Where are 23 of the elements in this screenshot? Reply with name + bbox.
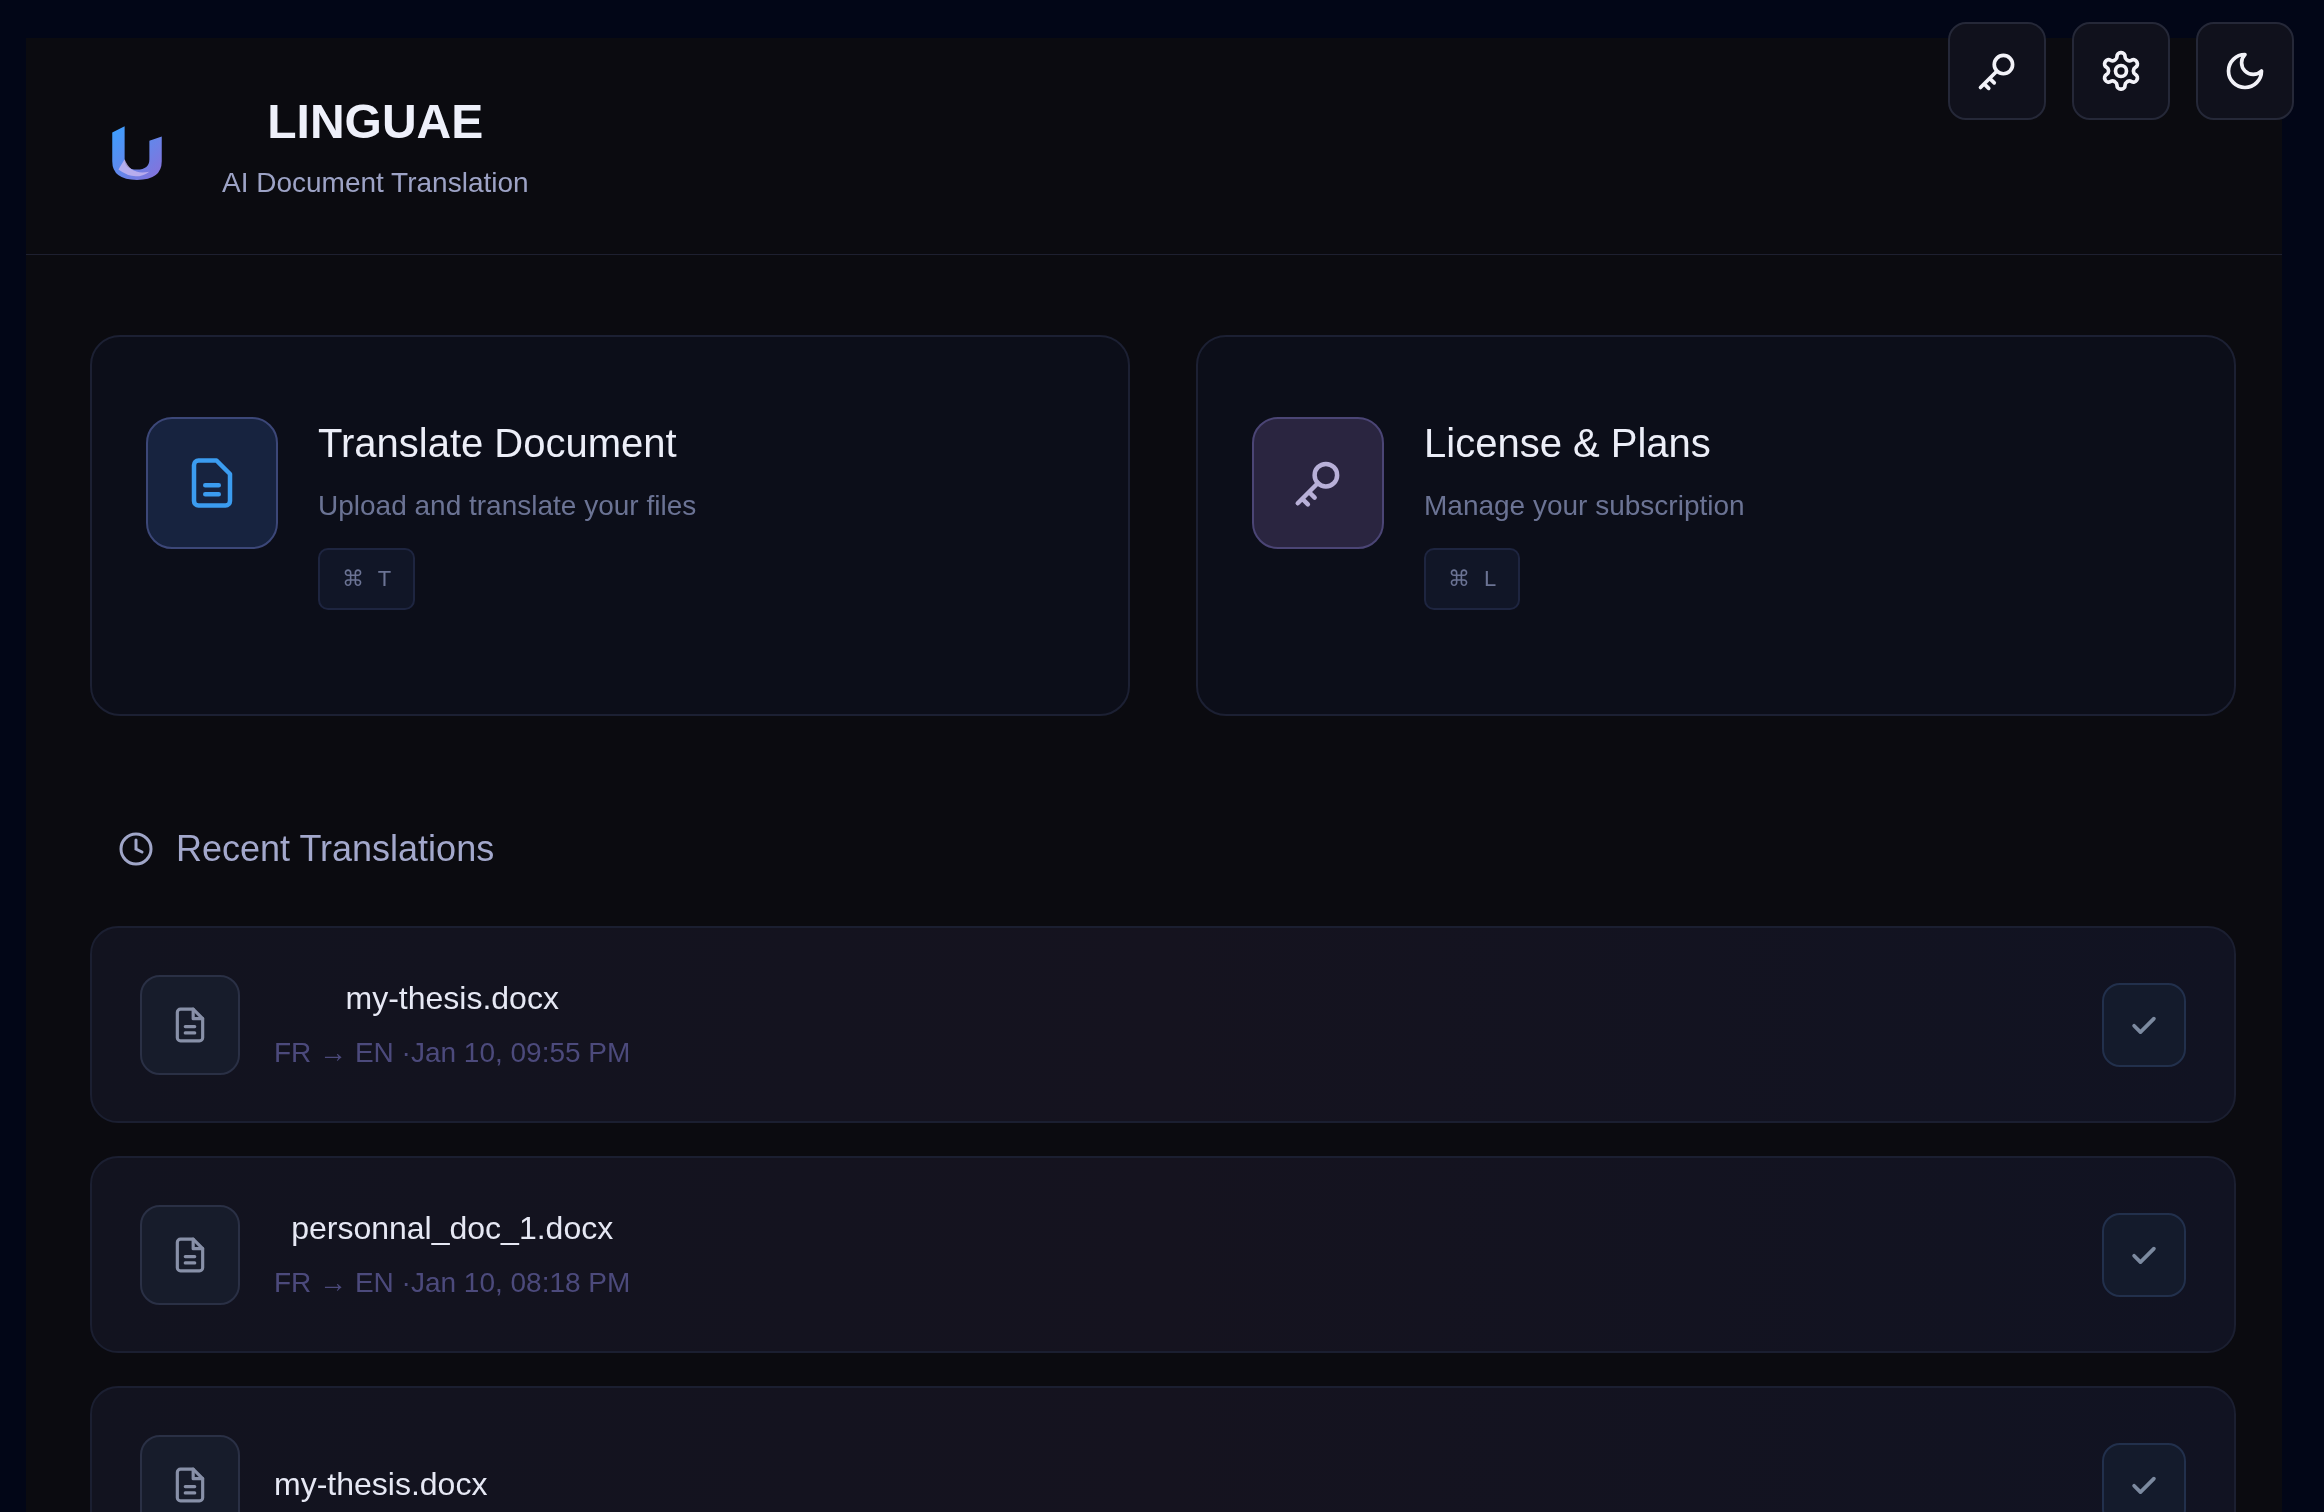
app-subtitle: AI Document Translation	[222, 166, 529, 199]
license-key-button[interactable]	[1948, 22, 2046, 120]
card-subtitle: Manage your subscription	[1424, 490, 1745, 522]
card-subtitle: Upload and translate your files	[318, 490, 697, 522]
translation-meta: FR → EN ·Jan 10, 08:18 PM	[274, 1267, 631, 1299]
file-name: my-thesis.docx	[274, 1466, 488, 1503]
translation-row[interactable]: my-thesis.docx FR → EN ·Jan 10, 09:55 PM	[90, 926, 2236, 1123]
keyboard-shortcut: ⌘ T	[318, 548, 416, 610]
card-title: Translate Document	[318, 421, 677, 466]
translation-row[interactable]: personnal_doc_1.docx FR → EN ·Jan 10, 08:18 PM	[90, 1156, 2236, 1353]
action-card[interactable]: License & Plans Manage your subscription ⌘ L	[1196, 335, 2236, 716]
translation-meta: FR → EN ·Jan 10, 09:55 PM	[274, 1037, 631, 1069]
action-card[interactable]: Translate Document Upload and translate your files ⌘ T	[90, 335, 1130, 716]
keyboard-shortcut: ⌘ L	[1424, 548, 1521, 610]
section-heading: Recent Translations	[176, 828, 495, 870]
translation-row[interactable]: my-thesis.docx	[90, 1386, 2236, 1512]
clock-icon	[118, 831, 154, 867]
settings-button[interactable]	[2072, 22, 2170, 120]
file-name: my-thesis.docx	[345, 980, 559, 1017]
app-title: LINGUAE	[267, 93, 484, 149]
theme-toggle-button[interactable]	[2196, 22, 2294, 120]
card-title: License & Plans	[1424, 421, 1711, 466]
file-name: personnal_doc_1.docx	[291, 1210, 614, 1247]
